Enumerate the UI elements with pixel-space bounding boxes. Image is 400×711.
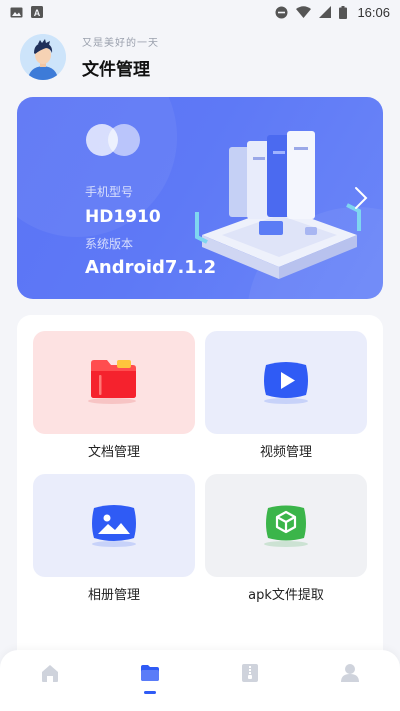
a-notification-icon: A: [31, 6, 43, 18]
model-label: 手机型号: [85, 185, 134, 199]
file-cabinet-illustration-icon: [187, 117, 362, 287]
status-bar: A 16:06: [0, 0, 400, 24]
video-play-icon: [258, 357, 314, 409]
folder-icon: [139, 662, 161, 702]
nav-files[interactable]: [130, 662, 170, 702]
bottom-nav: [0, 650, 400, 711]
chevron-right-icon[interactable]: [353, 185, 369, 211]
nav-home[interactable]: [30, 662, 70, 702]
tile-video-manage[interactable]: [205, 331, 367, 434]
wifi-icon: [296, 6, 312, 18]
nav-profile[interactable]: [330, 662, 370, 702]
image-icon: [10, 7, 23, 18]
folder-icon: [87, 357, 141, 409]
svg-text:A: A: [34, 8, 41, 18]
tile-label-album: 相册管理: [87, 588, 140, 603]
nav-active-indicator: [144, 691, 156, 694]
nav-zip[interactable]: [230, 662, 270, 702]
device-logo-icon: [86, 124, 142, 156]
tile-label-apk: apk文件提取: [248, 588, 324, 603]
tile-apk-extract[interactable]: [205, 474, 367, 577]
zip-file-icon: [239, 662, 261, 702]
profile-icon: [339, 662, 361, 702]
signal-icon: [319, 6, 332, 18]
image-gallery-icon: [86, 500, 142, 552]
tile-label-document: 文档管理: [87, 445, 140, 460]
tile-album-manage[interactable]: [33, 474, 195, 577]
tile-label-video: 视频管理: [259, 445, 312, 460]
tools-card: 文档管理 视频管理 相册管理 apk文件提取: [17, 315, 383, 675]
greeting-text: 又是美好的一天: [82, 38, 159, 49]
header: 又是美好的一天 文件管理: [20, 32, 159, 82]
model-value: HD1910: [85, 207, 161, 227]
device-info-card[interactable]: 手机型号 HD1910 系统版本 Android7.1.2: [17, 97, 383, 299]
home-icon: [39, 662, 61, 702]
user-avatar-icon[interactable]: [20, 34, 66, 80]
battery-icon: [339, 5, 348, 19]
tile-document-manage[interactable]: [33, 331, 195, 434]
os-version-label: 系统版本: [85, 237, 134, 251]
status-time: 16:06: [357, 4, 390, 20]
apk-cube-icon: [258, 500, 314, 552]
do-not-disturb-icon: [275, 6, 288, 19]
page-title: 文件管理: [82, 60, 150, 80]
